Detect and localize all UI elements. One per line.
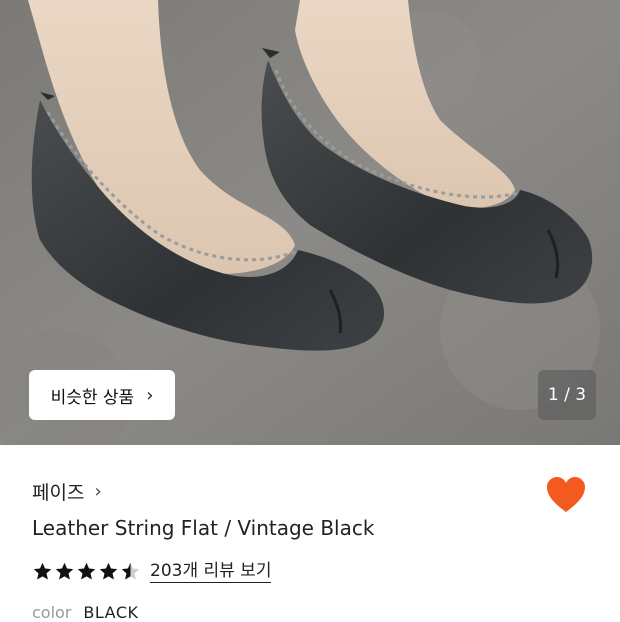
image-counter: 1 / 3	[538, 370, 596, 420]
option-value: BLACK	[83, 603, 139, 622]
star-icon	[33, 562, 52, 580]
star-rating	[32, 561, 141, 582]
option-row: color BLACK	[32, 603, 139, 622]
brand-name: 페이즈	[32, 482, 85, 504]
product-image-carousel[interactable]: 비슷한 상품 › 1 / 3	[0, 0, 620, 445]
review-link[interactable]: 203개 리뷰 보기	[150, 560, 272, 583]
chevron-right-icon: ›	[146, 384, 154, 406]
half-star-icon	[121, 562, 140, 580]
rating-row: 203개 리뷰 보기	[32, 560, 272, 583]
similar-products-label: 비슷한 상품	[50, 387, 135, 408]
star-icon	[55, 562, 74, 580]
similar-products-button[interactable]: 비슷한 상품 ›	[29, 370, 175, 420]
chevron-right-icon: ›	[94, 481, 102, 502]
option-label: color	[32, 603, 72, 622]
brand-link[interactable]: 페이즈 ›	[32, 478, 102, 505]
product-title: Leather String Flat / Vintage Black	[32, 516, 375, 540]
star-icon	[77, 562, 96, 580]
heart-icon[interactable]	[546, 476, 586, 514]
star-icon	[99, 562, 118, 580]
